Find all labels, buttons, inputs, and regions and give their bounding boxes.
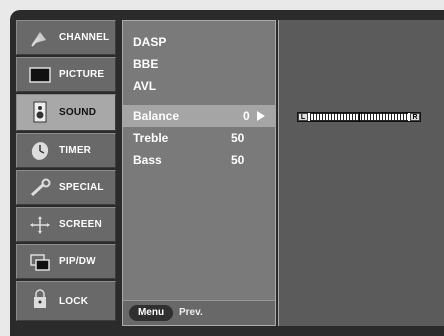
menu-item-avl[interactable]: AVL [123, 75, 275, 97]
clock-icon [27, 141, 53, 161]
menu-item-label: AVL [133, 79, 157, 93]
move-arrows-icon [27, 215, 53, 235]
menu-bottom-bar: Menu Prev. [123, 300, 275, 325]
menu-item-label: BBE [133, 57, 159, 71]
balance-right-label: R [410, 113, 420, 121]
sidebar-item-label: LOCK [59, 296, 89, 307]
sidebar-item-special[interactable]: SPECIAL [16, 170, 116, 205]
balance-slider[interactable]: L R [297, 112, 421, 122]
adjust-panel: L R [278, 20, 444, 326]
sidebar-item-label: SCREEN [59, 219, 102, 230]
treble-value: 50 [231, 131, 245, 145]
prev-label: Prev. [179, 307, 203, 318]
sidebar-item-label: PICTURE [59, 69, 105, 80]
menu-item-bass[interactable]: Bass 50 [123, 149, 275, 171]
balance-center-marker [359, 112, 360, 122]
sidebar-item-screen[interactable]: SCREEN [16, 207, 116, 242]
sidebar-item-timer[interactable]: TIMER [16, 133, 116, 168]
padlock-icon [27, 289, 53, 309]
sidebar-item-pipdw[interactable]: PIP/DW [16, 244, 116, 279]
sidebar-item-sound[interactable]: SOUND [16, 94, 116, 131]
sidebar: CHANNEL PICTURE SOUND TIMER SPECIAL SCRE… [16, 20, 116, 326]
sidebar-item-label: SPECIAL [59, 182, 104, 193]
sidebar-item-label: PIP/DW [59, 256, 96, 267]
menu-item-treble[interactable]: Treble 50 [123, 127, 275, 149]
menu-item-label: Bass [133, 153, 162, 167]
speaker-icon [27, 101, 53, 123]
sidebar-item-picture[interactable]: PICTURE [16, 57, 116, 92]
bass-value: 50 [231, 153, 245, 167]
menu-item-label: Treble [133, 131, 169, 145]
sidebar-item-label: CHANNEL [59, 32, 110, 43]
sidebar-item-channel[interactable]: CHANNEL [16, 20, 116, 55]
sidebar-item-label: SOUND [59, 107, 97, 118]
menu-item-label: DASP [133, 35, 167, 49]
sidebar-item-label: TIMER [59, 145, 92, 156]
menu-button[interactable]: Menu [129, 305, 173, 321]
balance-value: 0 [243, 109, 250, 123]
sound-menu-panel: DASP BBE AVL Balance 0 Treble 50 Bass 50… [122, 20, 276, 326]
menu-item-label: Balance [133, 109, 180, 123]
tv-screen-icon [27, 65, 53, 85]
balance-track[interactable] [310, 112, 408, 122]
satellite-dish-icon [27, 28, 53, 48]
pip-windows-icon [27, 252, 53, 272]
arrow-right-icon [257, 111, 265, 121]
sidebar-item-lock[interactable]: LOCK [16, 281, 116, 321]
menu-item-dasp[interactable]: DASP [123, 31, 275, 53]
menu-item-balance[interactable]: Balance 0 [123, 105, 275, 127]
balance-left-label: L [298, 113, 308, 121]
wrench-icon [27, 178, 53, 198]
menu-item-bbe[interactable]: BBE [123, 53, 275, 75]
